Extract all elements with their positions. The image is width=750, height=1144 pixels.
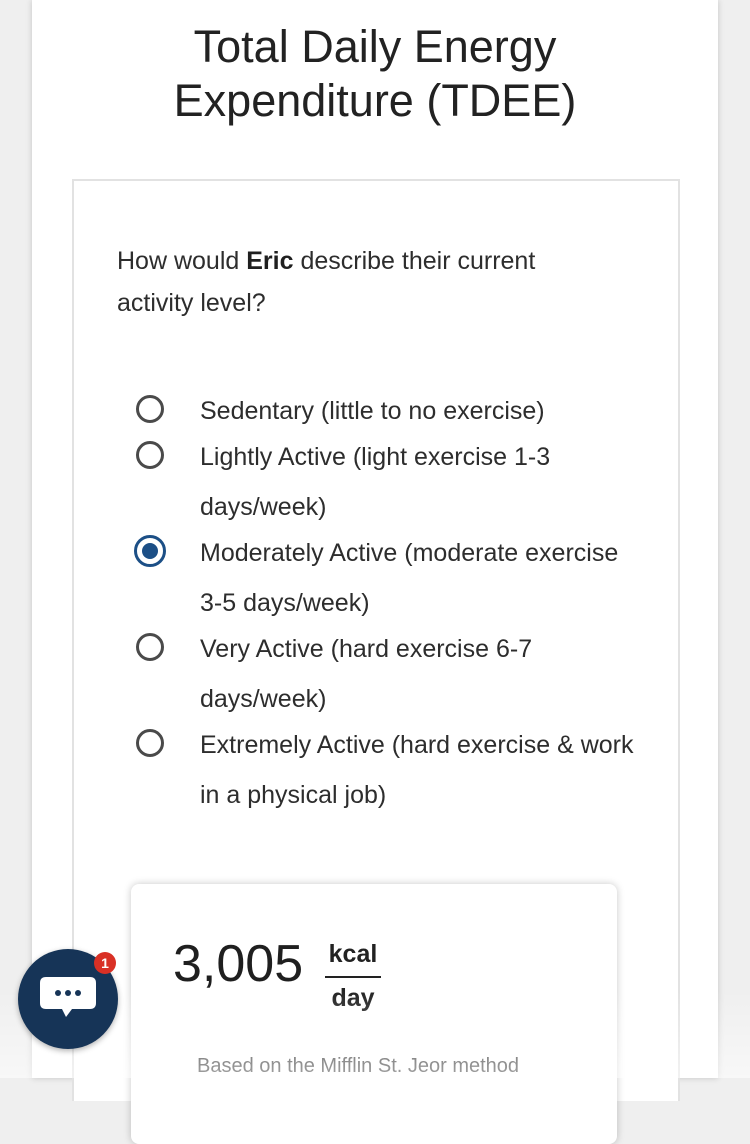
chat-bubble-icon	[40, 977, 96, 1017]
radio-lightly-active[interactable]	[136, 441, 164, 469]
activity-card: How would Eric describe their current ac…	[72, 179, 680, 1144]
option-very-active[interactable]: Very Active (hard exercise 6-7 days/week…	[136, 624, 636, 724]
unit-denominator: day	[331, 984, 375, 1012]
option-moderately-active[interactable]: Moderately Active (moderate exercise 3-5…	[134, 528, 636, 628]
unit-numerator: kcal	[325, 936, 381, 978]
page-title: Total Daily Energy Expenditure (TDEE)	[32, 20, 718, 128]
notification-badge: 1	[94, 952, 116, 974]
tdee-unit: kcal day	[325, 936, 381, 1018]
page-title-line1: Total Daily Energy	[193, 21, 557, 72]
option-lightly-active[interactable]: Lightly Active (light exercise 1-3 days/…	[136, 432, 636, 532]
page-title-line2: Expenditure (TDEE)	[173, 75, 577, 126]
radio-extremely-active[interactable]	[136, 729, 164, 757]
radio-moderately-active[interactable]	[134, 535, 166, 567]
option-label: Very Active (hard exercise 6-7 days/week…	[200, 635, 533, 713]
option-label: Sedentary (little to no exercise)	[200, 397, 545, 425]
person-name: Eric	[246, 247, 294, 275]
option-label: Extremely Active (hard exercise & work i…	[200, 731, 634, 809]
activity-question: How would Eric describe their current ac…	[117, 240, 617, 324]
tdee-result-card: 3,005 kcal day Based on the Mifflin St. …	[131, 884, 617, 1144]
option-sedentary[interactable]: Sedentary (little to no exercise)	[136, 386, 636, 436]
option-extremely-active[interactable]: Extremely Active (hard exercise & work i…	[136, 720, 636, 820]
radio-very-active[interactable]	[136, 633, 164, 661]
question-prefix: How would	[117, 247, 247, 275]
page-container: Total Daily Energy Expenditure (TDEE) Ho…	[32, 0, 718, 1144]
tdee-value: 3,005	[173, 935, 304, 993]
activity-options: Sedentary (little to no exercise) Lightl…	[134, 386, 636, 816]
method-note: Based on the Mifflin St. Jeor method	[197, 1055, 520, 1077]
option-label: Moderately Active (moderate exercise 3-5…	[200, 539, 619, 617]
radio-sedentary[interactable]	[136, 395, 164, 423]
option-label: Lightly Active (light exercise 1-3 days/…	[200, 443, 551, 521]
